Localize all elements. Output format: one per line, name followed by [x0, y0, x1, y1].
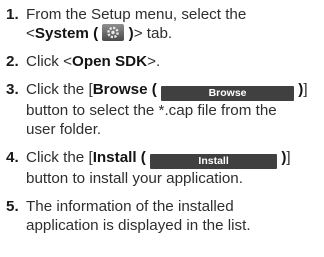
- step-number: 3.: [6, 81, 19, 98]
- text-fragment: Click the [: [26, 149, 93, 166]
- install-button-image: Install: [150, 154, 278, 169]
- browse-button-image: Browse: [161, 86, 295, 101]
- gear-icon: [102, 24, 125, 41]
- step-text-line: application is displayed in the list.: [26, 217, 251, 234]
- text-fragment: >.: [147, 53, 161, 70]
- instruction-steps: 1. From the Setup menu, select the <Syst…: [6, 5, 322, 244]
- step-text-line: Click <Open SDK>.: [26, 52, 322, 71]
- text-fragment: ]: [303, 81, 308, 98]
- step-5: 5. The information of the installed appl…: [6, 197, 322, 235]
- step-4: 4. Click the [Install ( Install )] butto…: [6, 148, 322, 188]
- step-text-line: user folder.: [26, 121, 102, 138]
- step-2: 2. Click <Open SDK>.: [6, 52, 322, 71]
- browse-label: Browse (: [92, 81, 157, 98]
- step-text-line: Click the [Browse ( Browse )]: [26, 80, 322, 101]
- step-text-line: From the Setup menu, select the: [26, 6, 247, 23]
- step-number: 5.: [6, 198, 19, 215]
- step-text-line: The information of the installed: [26, 198, 234, 215]
- step-text-line: button to select the *.cap file from the: [26, 102, 277, 119]
- text-fragment: ]: [286, 149, 291, 166]
- text-fragment: Click <: [26, 53, 72, 70]
- open-sdk-label: Open SDK: [72, 53, 148, 70]
- step-1: 1. From the Setup menu, select the <Syst…: [6, 5, 322, 43]
- step-number: 2.: [6, 53, 19, 70]
- install-label: Install (: [92, 149, 146, 166]
- step-number: 4.: [6, 149, 19, 166]
- step-text-line: button to install your application.: [26, 170, 243, 187]
- step-text-line: Click the [Install ( Install )]: [26, 148, 322, 169]
- system-tab-label: System (: [34, 25, 99, 42]
- text-fragment: <: [26, 25, 35, 42]
- text-fragment: Click the [: [26, 81, 93, 98]
- text-fragment: > tab.: [133, 25, 173, 42]
- step-text-line: <System ( )> tab.: [26, 24, 322, 43]
- step-3: 3. Click the [Browse ( Browse )] button …: [6, 80, 322, 139]
- step-number: 1.: [6, 6, 19, 23]
